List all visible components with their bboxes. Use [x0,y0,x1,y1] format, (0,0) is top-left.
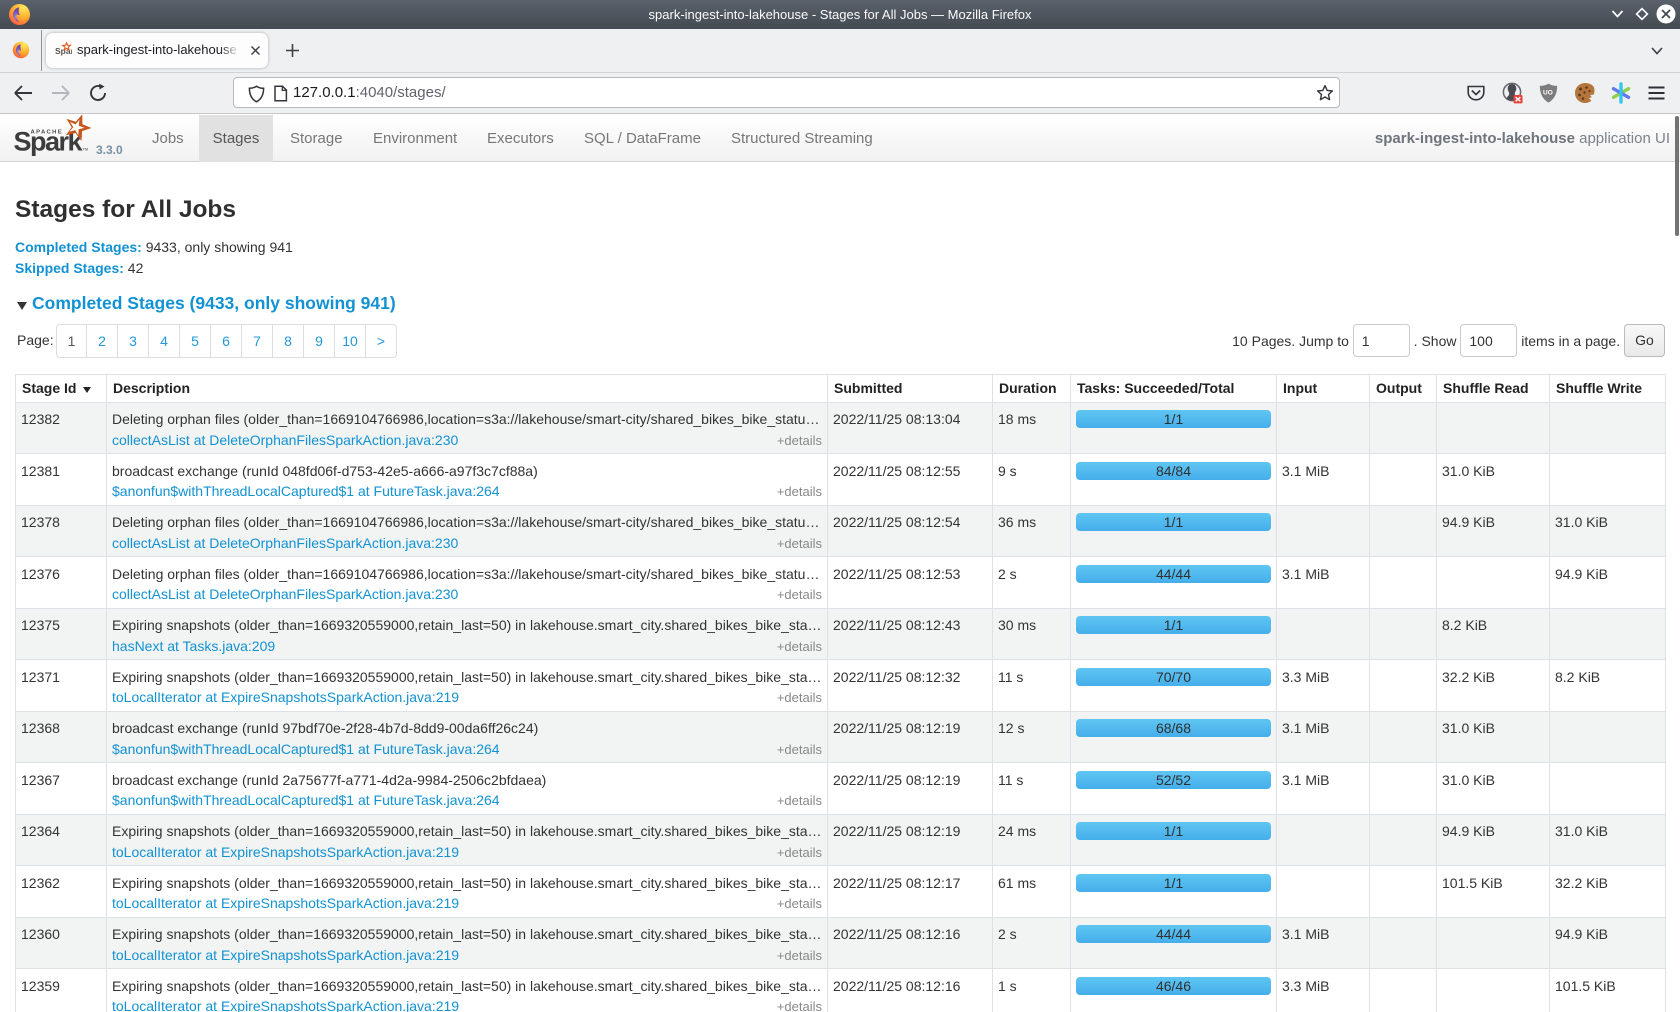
svg-text:UO: UO [1543,90,1553,97]
svg-text:TM: TM [83,148,88,152]
